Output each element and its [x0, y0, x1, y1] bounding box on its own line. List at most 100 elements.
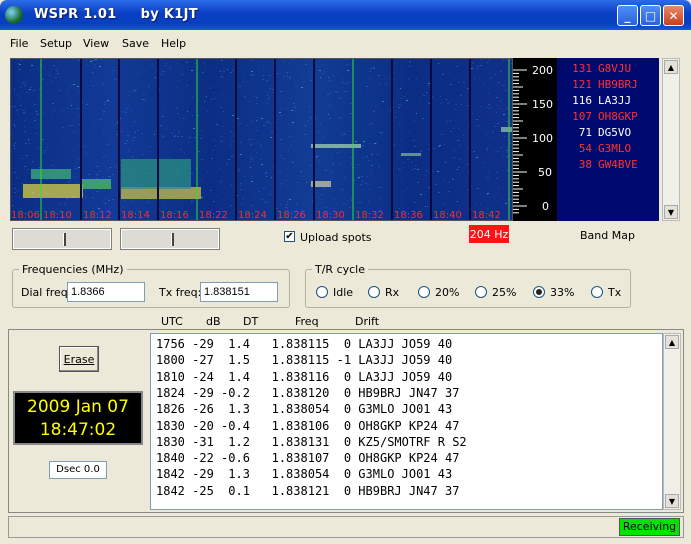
slider-thumb[interactable] — [171, 233, 174, 246]
band-map-panel: 131 G8VJU 121 HB9BRJ 116 LA3JJ 107 OH8GKP 71 DG5V… — [557, 58, 659, 221]
waterfall-noise — [500, 101, 501, 102]
tr-cycle-group: T/R cycle — [305, 263, 631, 308]
decodes-scrollbar[interactable]: ▲ ▼ — [663, 333, 681, 510]
minimize-button[interactable]: _ — [617, 5, 638, 26]
decode-row[interactable]: 1826 -26 1.3 1.838054 0 G3MLO JO01 43 — [156, 402, 452, 416]
dial-freq-input[interactable] — [67, 282, 145, 302]
menu-setup[interactable]: Setup — [40, 37, 72, 50]
menu-file[interactable]: File — [10, 37, 28, 50]
waterfall-noise — [335, 148, 337, 149]
waterfall-noise — [131, 201, 132, 202]
decode-row[interactable]: 1842 -25 0.1 1.838121 0 HB9BRJ JN47 37 — [156, 484, 459, 498]
tr-radio-20pct[interactable] — [418, 286, 430, 298]
scroll-down-icon[interactable]: ▼ — [664, 205, 678, 219]
waterfall-noise — [331, 100, 332, 101]
dsec-field[interactable]: Dsec 0.0 — [49, 461, 107, 479]
waterfall-noise — [368, 201, 370, 202]
waterfall-noise — [497, 105, 498, 106]
decode-row[interactable]: 1830 -20 -0.4 1.838106 0 OH8GKP KP24 47 — [156, 419, 459, 433]
decode-row[interactable]: 1824 -29 -0.2 1.838120 0 HB9BRJ JN47 37 — [156, 386, 459, 400]
menu-help[interactable]: Help — [161, 37, 186, 50]
waterfall-noise — [362, 181, 363, 182]
close-button[interactable]: ✕ — [663, 5, 684, 26]
tr-radio-tx[interactable] — [591, 286, 603, 298]
decode-row[interactable]: 1842 -29 1.3 1.838054 0 G3MLO JO01 43 — [156, 467, 452, 481]
decodes-list[interactable]: 1756 -29 1.4 1.838115 0 LA3JJ JO59 40 180… — [150, 333, 663, 510]
waterfall-noise — [26, 92, 28, 93]
decode-row[interactable]: 1840 -22 -0.6 1.838107 0 OH8GKP KP24 47 — [156, 451, 459, 465]
decode-row[interactable]: 1830 -31 1.2 1.838131 0 KZ5/SMOTRF R S2 — [156, 435, 467, 449]
waterfall-noise — [53, 65, 55, 66]
waterfall-noise — [476, 204, 477, 205]
waterfall-noise — [458, 63, 459, 64]
waterfall-noise — [216, 124, 218, 125]
waterfall-noise — [305, 64, 307, 65]
waterfall-noise — [114, 79, 116, 80]
band-map-scrollbar[interactable]: ▲ ▼ — [662, 58, 680, 221]
waterfall-noise — [203, 63, 204, 64]
waterfall-noise — [358, 177, 360, 178]
waterfall-noise — [263, 68, 264, 69]
upload-spots-checkbox[interactable]: ✔ — [284, 231, 295, 242]
col-dt: DT — [243, 315, 259, 328]
signal-trace — [501, 127, 512, 132]
waterfall-noise — [159, 208, 160, 209]
waterfall-noise — [244, 96, 246, 97]
waterfall-noise — [226, 102, 227, 103]
waterfall-noise — [256, 97, 258, 98]
waterfall-noise — [174, 136, 175, 137]
waterfall-noise — [64, 133, 65, 134]
tr-radio-idle[interactable] — [316, 286, 328, 298]
scale-label: 200 — [532, 64, 553, 77]
waterfall-noise — [322, 187, 324, 188]
menu-save[interactable]: Save — [122, 37, 149, 50]
waterfall-noise — [14, 126, 16, 127]
waterfall-noise — [382, 101, 384, 102]
waterfall-noise — [289, 79, 290, 80]
tr-radio-rx[interactable] — [368, 286, 380, 298]
tx-freq-input[interactable] — [200, 282, 278, 302]
scroll-up-icon[interactable]: ▲ — [665, 335, 679, 349]
tr-radio-label: Rx — [385, 286, 400, 299]
waterfall-noise — [250, 161, 251, 162]
slider-thumb[interactable] — [63, 233, 66, 246]
waterfall-noise — [52, 165, 54, 166]
waterfall-noise — [135, 137, 136, 138]
waterfall-noise — [479, 116, 480, 117]
waterfall-noise — [92, 72, 94, 73]
decode-row[interactable]: 1756 -29 1.4 1.838115 0 LA3JJ JO59 40 — [156, 337, 452, 351]
maximize-button[interactable]: □ — [640, 5, 661, 26]
waterfall-noise — [319, 70, 321, 71]
waterfall-noise — [493, 185, 494, 186]
waterfall-display[interactable]: 18:06 18:10 18:12 18:14 18:16 18:22 18:24 18:26… — [10, 58, 513, 221]
waterfall-noise — [483, 83, 484, 84]
waterfall-noise — [201, 180, 202, 181]
decode-row[interactable]: 1800 -27 1.5 1.838115 -1 LA3JJ JO59 40 — [156, 353, 452, 367]
waterfall-noise — [114, 165, 115, 166]
menu-view[interactable]: View — [83, 37, 109, 50]
waterfall-noise — [261, 154, 262, 155]
waterfall-noise — [497, 123, 499, 124]
tr-radio-25pct[interactable] — [475, 286, 487, 298]
decode-row[interactable]: 1810 -24 1.4 1.838116 0 LA3JJ JO59 40 — [156, 370, 452, 384]
waterfall-noise — [96, 174, 98, 175]
waterfall-noise — [286, 72, 288, 73]
scroll-down-icon[interactable]: ▼ — [665, 494, 679, 508]
waterfall-noise — [371, 154, 373, 155]
scale-label: 150 — [532, 98, 553, 111]
waterfall-noise — [29, 89, 31, 90]
waterfall-noise — [24, 131, 26, 132]
waterfall-noise — [265, 173, 266, 174]
band-map-call: DG5VO — [598, 126, 632, 139]
waterfall-noise — [327, 94, 329, 95]
contrast-slider[interactable] — [120, 228, 220, 250]
waterfall-noise — [378, 166, 380, 167]
col-drift: Drift — [355, 315, 380, 328]
time-label: 18:26 — [277, 210, 306, 221]
erase-button[interactable]: Erase — [59, 346, 99, 372]
waterfall-noise — [370, 71, 371, 72]
waterfall-noise — [162, 136, 164, 137]
tr-radio-33pct[interactable] — [533, 286, 545, 298]
scroll-up-icon[interactable]: ▲ — [664, 60, 678, 74]
brightness-slider[interactable] — [12, 228, 112, 250]
